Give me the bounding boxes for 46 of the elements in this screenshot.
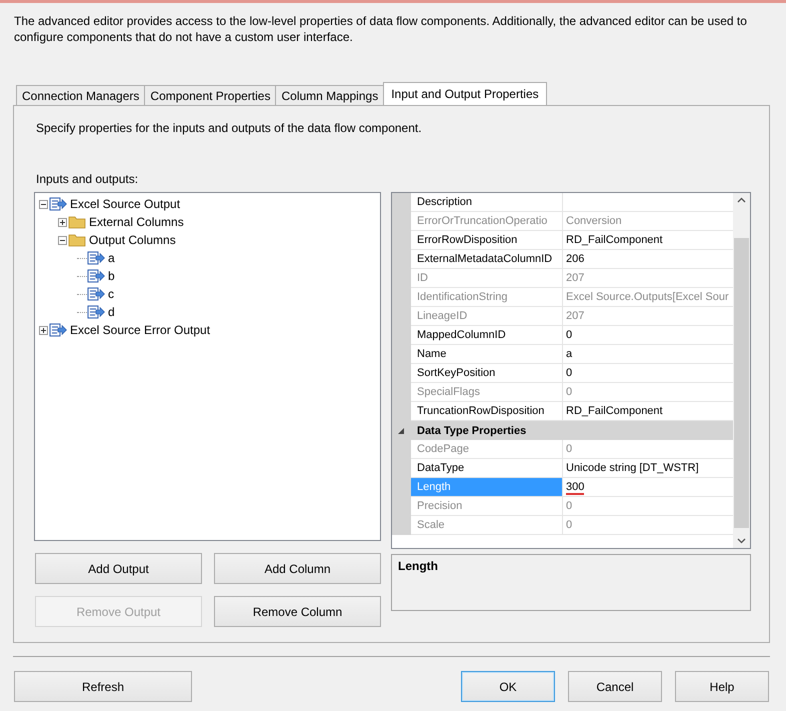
document-arrow-icon bbox=[87, 251, 105, 265]
tree-item[interactable]: Excel Source Error Output bbox=[70, 323, 210, 337]
tree-item[interactable]: c bbox=[108, 287, 114, 301]
editor-description: The advanced editor provides access to the low-level properties of data flow components. Additionally, the advanced editor can be used to configure components that do not have a custom user interface. bbox=[14, 13, 748, 45]
tab[interactable]: Input and Output Properties bbox=[383, 82, 547, 105]
category-name: Data Type Properties bbox=[417, 424, 526, 436]
tree-item[interactable]: d bbox=[108, 305, 115, 319]
property-name[interactable]: Description bbox=[411, 193, 563, 212]
property-name[interactable]: Name bbox=[411, 345, 563, 364]
tree-view[interactable]: Excel Source Output External Columns Output Columns a b c d Excel Source Error Output bbox=[34, 192, 381, 541]
panel-hint: Specify properties for the inputs and outputs of the data flow component. bbox=[36, 121, 423, 135]
folder-icon bbox=[68, 233, 86, 247]
tree-item[interactable]: a bbox=[108, 251, 115, 265]
action-button[interactable]: Add Column bbox=[214, 553, 381, 584]
tab[interactable]: Connection Managers bbox=[16, 85, 146, 105]
property-name[interactable]: MappedColumnID bbox=[411, 326, 563, 345]
tree-item[interactable]: b bbox=[108, 269, 115, 283]
property-name[interactable]: DataType bbox=[411, 459, 563, 478]
dialog-button[interactable]: OK bbox=[461, 671, 555, 702]
document-arrow-icon bbox=[49, 323, 67, 337]
folder-icon bbox=[68, 215, 86, 229]
property-name[interactable]: ExternalMetadataColumnID bbox=[411, 250, 563, 269]
property-name[interactable]: ErrorRowDisposition bbox=[411, 231, 563, 250]
collapse-icon[interactable] bbox=[39, 200, 48, 208]
expand-icon[interactable] bbox=[58, 218, 67, 226]
refresh-button[interactable]: Refresh bbox=[14, 671, 192, 702]
tree-item[interactable]: External Columns bbox=[89, 215, 184, 229]
document-arrow-icon bbox=[49, 197, 67, 211]
document-arrow-icon bbox=[87, 287, 105, 301]
expand-icon[interactable] bbox=[39, 326, 48, 334]
scrollbar[interactable] bbox=[733, 193, 750, 548]
action-button[interactable]: Remove Column bbox=[214, 596, 381, 627]
property-description-title: Length bbox=[398, 559, 438, 573]
dialog-button[interactable]: Cancel bbox=[568, 671, 662, 702]
tree-item[interactable]: Output Columns bbox=[89, 233, 176, 247]
document-arrow-icon bbox=[87, 305, 105, 319]
action-button[interactable]: Add Output bbox=[35, 553, 202, 584]
tree-item[interactable]: Excel Source Output bbox=[70, 197, 180, 211]
tab[interactable]: Column Mappings bbox=[275, 85, 384, 105]
property-name[interactable]: SortKeyPosition bbox=[411, 364, 563, 383]
collapse-icon[interactable] bbox=[58, 236, 67, 244]
tree-label: Inputs and outputs: bbox=[36, 172, 140, 186]
tab[interactable]: Component Properties bbox=[144, 85, 276, 105]
document-arrow-icon bbox=[87, 269, 105, 283]
dialog-button[interactable]: Help bbox=[675, 671, 769, 702]
property-name[interactable]: TruncationRowDisposition bbox=[411, 402, 563, 421]
